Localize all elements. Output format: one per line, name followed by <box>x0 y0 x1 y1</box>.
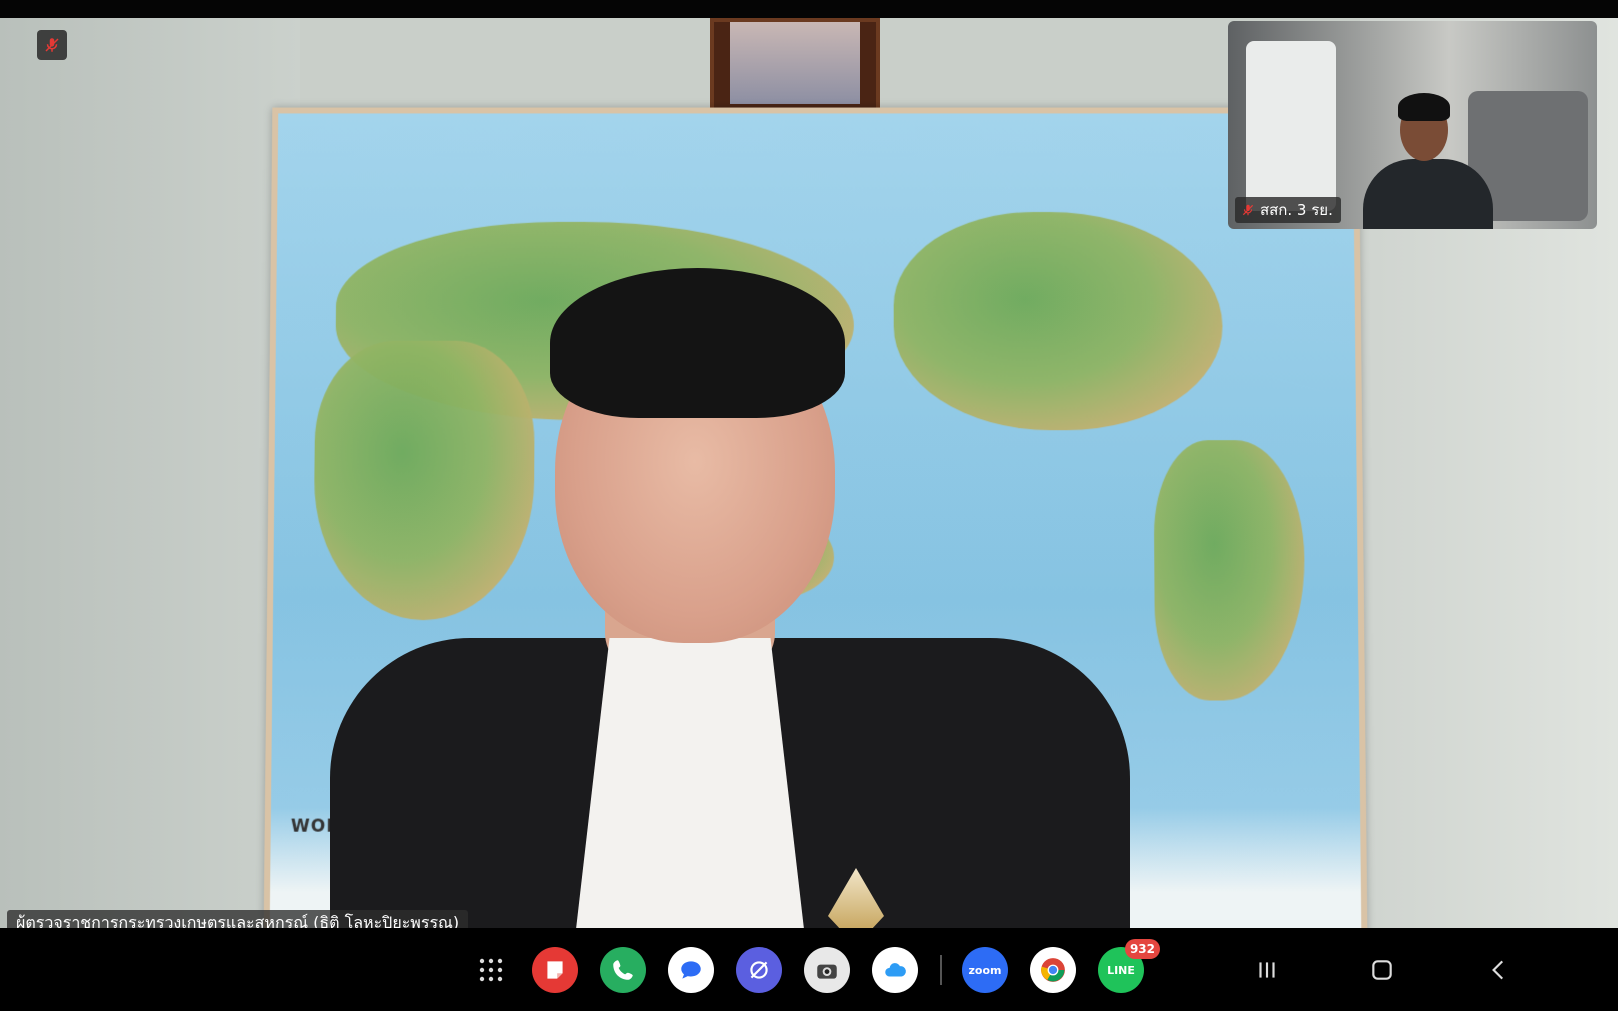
mic-muted-icon <box>1242 204 1254 216</box>
note-icon <box>547 961 563 979</box>
line-label: LINE <box>1107 963 1135 977</box>
cloud-app-button[interactable] <box>872 947 918 993</box>
android-taskbar: zoom LINE 932 <box>0 928 1618 1011</box>
messages-app-button[interactable] <box>668 947 714 993</box>
chat-icon <box>681 961 701 979</box>
chrome-app-button[interactable] <box>1030 947 1076 993</box>
browser-icon <box>750 961 768 979</box>
dock-separator <box>940 955 942 985</box>
app-drawer-button[interactable] <box>468 947 514 993</box>
main-mic-muted-indicator <box>37 30 67 60</box>
camera-icon <box>817 964 837 979</box>
back-icon <box>1492 960 1504 980</box>
home-button[interactable] <box>1357 946 1407 994</box>
cloud-icon <box>885 963 906 977</box>
chrome-icon <box>1041 958 1065 982</box>
notes-app-button[interactable] <box>532 947 578 993</box>
thumbnail-participant-name: สสก. 3 รย. <box>1260 201 1333 219</box>
wall-background <box>0 18 300 928</box>
grid-icon <box>479 958 503 982</box>
phone-app-button[interactable] <box>600 947 646 993</box>
back-button[interactable] <box>1474 946 1524 994</box>
line-app-button[interactable]: LINE 932 <box>1098 939 1160 993</box>
recents-button[interactable] <box>1242 946 1292 994</box>
mic-muted-icon <box>45 38 59 52</box>
main-participant-name-tag: ผู้ตรวจราชการกระทรวงเกษตรและสหกรณ์ (ธิติ… <box>7 910 469 928</box>
line-notification-badge: 932 <box>1124 939 1160 959</box>
top-bar <box>0 0 1618 18</box>
app-dock: zoom LINE 932 <box>468 939 1166 994</box>
phone-icon <box>613 960 633 980</box>
zoom-label: zoom <box>968 963 1002 977</box>
recents-icon <box>1259 962 1275 978</box>
home-icon <box>1372 960 1392 980</box>
main-participant-video <box>330 253 1130 928</box>
thumbnail-video-feed[interactable]: สสก. 3 รย. <box>1228 21 1597 229</box>
framed-portrait <box>710 18 880 116</box>
zoom-app-button[interactable]: zoom <box>962 947 1008 993</box>
thumbnail-name-tag: สสก. 3 รย. <box>1235 197 1341 223</box>
internet-app-button[interactable] <box>736 947 782 993</box>
camera-app-button[interactable] <box>804 947 850 993</box>
